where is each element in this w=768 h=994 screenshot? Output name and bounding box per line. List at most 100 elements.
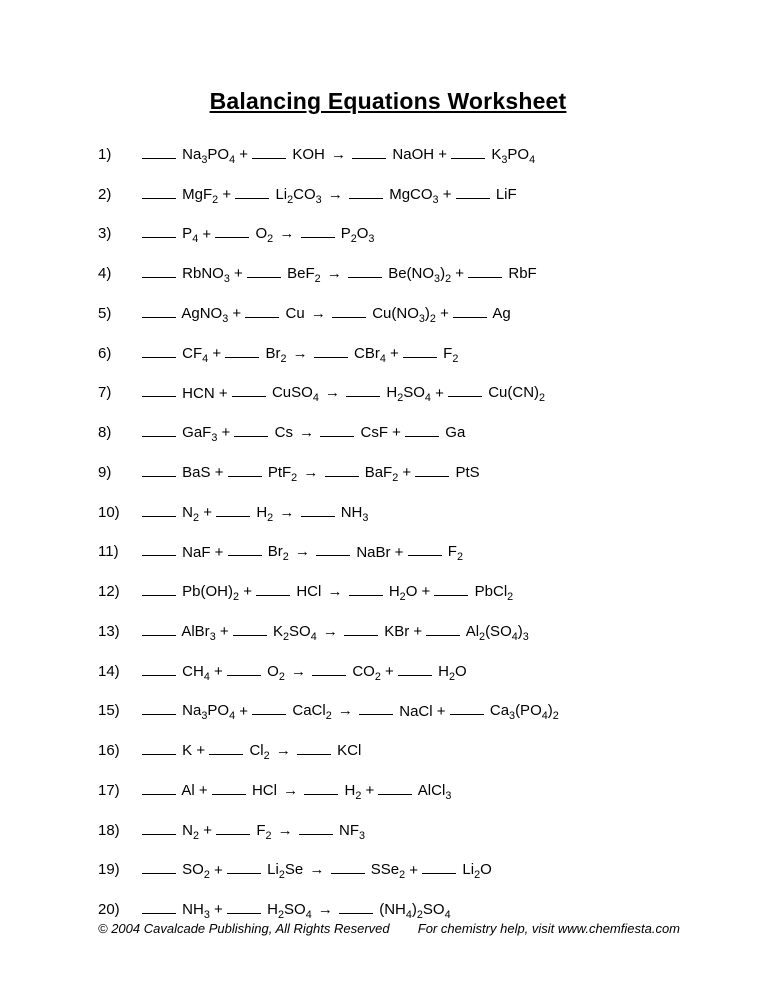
coefficient-blank[interactable] <box>142 900 176 914</box>
chemical-species: CH4 <box>182 663 210 680</box>
coefficient-blank[interactable] <box>468 264 502 278</box>
coefficient-blank[interactable] <box>378 781 412 795</box>
equation: AgNO3 + Cu → Cu(NO3)2 + Ag <box>142 304 678 323</box>
coefficient-blank[interactable] <box>299 821 333 835</box>
coefficient-blank[interactable] <box>408 543 442 557</box>
coefficient-blank[interactable] <box>142 225 176 239</box>
coefficient-blank[interactable] <box>256 582 290 596</box>
coefficient-blank[interactable] <box>405 423 439 437</box>
coefficient-blank[interactable] <box>331 861 365 875</box>
problem-row: 12) Pb(OH)2 + HCl → H2O + PbCl2 <box>98 582 678 601</box>
chemical-species: NaBr <box>356 543 390 560</box>
coefficient-blank[interactable] <box>228 463 262 477</box>
chemical-species: Cu(NO3)2 <box>372 305 436 322</box>
coefficient-blank[interactable] <box>316 543 350 557</box>
coefficient-blank[interactable] <box>227 861 261 875</box>
coefficient-blank[interactable] <box>304 781 338 795</box>
coefficient-blank[interactable] <box>450 702 484 716</box>
coefficient-blank[interactable] <box>215 225 249 239</box>
coefficient-blank[interactable] <box>422 861 456 875</box>
coefficient-blank[interactable] <box>142 543 176 557</box>
chemical-species: RbF <box>508 265 536 282</box>
chemical-species: Ca3(PO4)2 <box>490 702 559 719</box>
coefficient-blank[interactable] <box>453 304 487 318</box>
coefficient-blank[interactable] <box>325 463 359 477</box>
coefficient-blank[interactable] <box>346 384 380 398</box>
reaction-arrow-icon: → <box>307 861 326 878</box>
coefficient-blank[interactable] <box>359 702 393 716</box>
coefficient-blank[interactable] <box>232 384 266 398</box>
coefficient-blank[interactable] <box>142 702 176 716</box>
coefficient-blank[interactable] <box>142 781 176 795</box>
coefficient-blank[interactable] <box>448 384 482 398</box>
coefficient-blank[interactable] <box>227 900 261 914</box>
coefficient-blank[interactable] <box>297 741 331 755</box>
coefficient-blank[interactable] <box>227 662 261 676</box>
coefficient-blank[interactable] <box>426 622 460 636</box>
coefficient-blank[interactable] <box>301 503 335 517</box>
chemical-species: Br2 <box>265 345 286 362</box>
coefficient-blank[interactable] <box>456 185 490 199</box>
reaction-arrow-icon: → <box>281 782 300 799</box>
reaction-arrow-icon: → <box>277 225 296 242</box>
coefficient-blank[interactable] <box>142 344 176 358</box>
coefficient-blank[interactable] <box>142 463 176 477</box>
coefficient-blank[interactable] <box>312 662 346 676</box>
coefficient-blank[interactable] <box>247 264 281 278</box>
coefficient-blank[interactable] <box>142 304 176 318</box>
coefficient-blank[interactable] <box>142 423 176 437</box>
coefficient-blank[interactable] <box>252 702 286 716</box>
coefficient-blank[interactable] <box>301 225 335 239</box>
coefficient-blank[interactable] <box>252 145 286 159</box>
coefficient-blank[interactable] <box>212 781 246 795</box>
coefficient-blank[interactable] <box>228 543 262 557</box>
coefficient-blank[interactable] <box>142 821 176 835</box>
coefficient-blank[interactable] <box>142 384 176 398</box>
coefficient-blank[interactable] <box>349 185 383 199</box>
page-title: Balancing Equations Worksheet <box>98 88 678 115</box>
chemical-species: MgF2 <box>182 186 218 203</box>
coefficient-blank[interactable] <box>225 344 259 358</box>
chemical-species: N2 <box>182 504 199 521</box>
equation: NH3 + H2SO4 → (NH4)2SO4 <box>142 900 678 919</box>
coefficient-blank[interactable] <box>216 821 250 835</box>
coefficient-blank[interactable] <box>415 463 449 477</box>
equation: RbNO3 + BeF2 → Be(NO3)2 + RbF <box>142 264 678 283</box>
coefficient-blank[interactable] <box>352 145 386 159</box>
coefficient-blank[interactable] <box>314 344 348 358</box>
equation: Na3PO4 + CaCl2 → NaCl + Ca3(PO4)2 <box>142 702 678 721</box>
reaction-arrow-icon: → <box>316 901 335 918</box>
coefficient-blank[interactable] <box>142 185 176 199</box>
coefficient-blank[interactable] <box>209 741 243 755</box>
chemical-species: Cu <box>286 305 305 322</box>
problem-row: 11) NaF + Br2 → NaBr + F2 <box>98 543 678 562</box>
coefficient-blank[interactable] <box>451 145 485 159</box>
coefficient-blank[interactable] <box>142 264 176 278</box>
coefficient-blank[interactable] <box>320 423 354 437</box>
coefficient-blank[interactable] <box>234 423 268 437</box>
coefficient-blank[interactable] <box>142 861 176 875</box>
coefficient-blank[interactable] <box>349 582 383 596</box>
coefficient-blank[interactable] <box>142 741 176 755</box>
reaction-arrow-icon: → <box>325 265 344 282</box>
coefficient-blank[interactable] <box>142 145 176 159</box>
chemical-species: K3PO4 <box>491 146 535 163</box>
coefficient-blank[interactable] <box>332 304 366 318</box>
problem-number: 20) <box>98 901 142 919</box>
coefficient-blank[interactable] <box>142 503 176 517</box>
equation: HCN + CuSO4 → H2SO4 + Cu(CN)2 <box>142 384 678 403</box>
coefficient-blank[interactable] <box>142 662 176 676</box>
coefficient-blank[interactable] <box>344 622 378 636</box>
coefficient-blank[interactable] <box>216 503 250 517</box>
coefficient-blank[interactable] <box>245 304 279 318</box>
coefficient-blank[interactable] <box>348 264 382 278</box>
coefficient-blank[interactable] <box>233 622 267 636</box>
coefficient-blank[interactable] <box>403 344 437 358</box>
coefficient-blank[interactable] <box>398 662 432 676</box>
coefficient-blank[interactable] <box>142 582 176 596</box>
problem-row: 5) AgNO3 + Cu → Cu(NO3)2 + Ag <box>98 304 678 323</box>
coefficient-blank[interactable] <box>434 582 468 596</box>
coefficient-blank[interactable] <box>142 622 176 636</box>
coefficient-blank[interactable] <box>339 900 373 914</box>
coefficient-blank[interactable] <box>235 185 269 199</box>
